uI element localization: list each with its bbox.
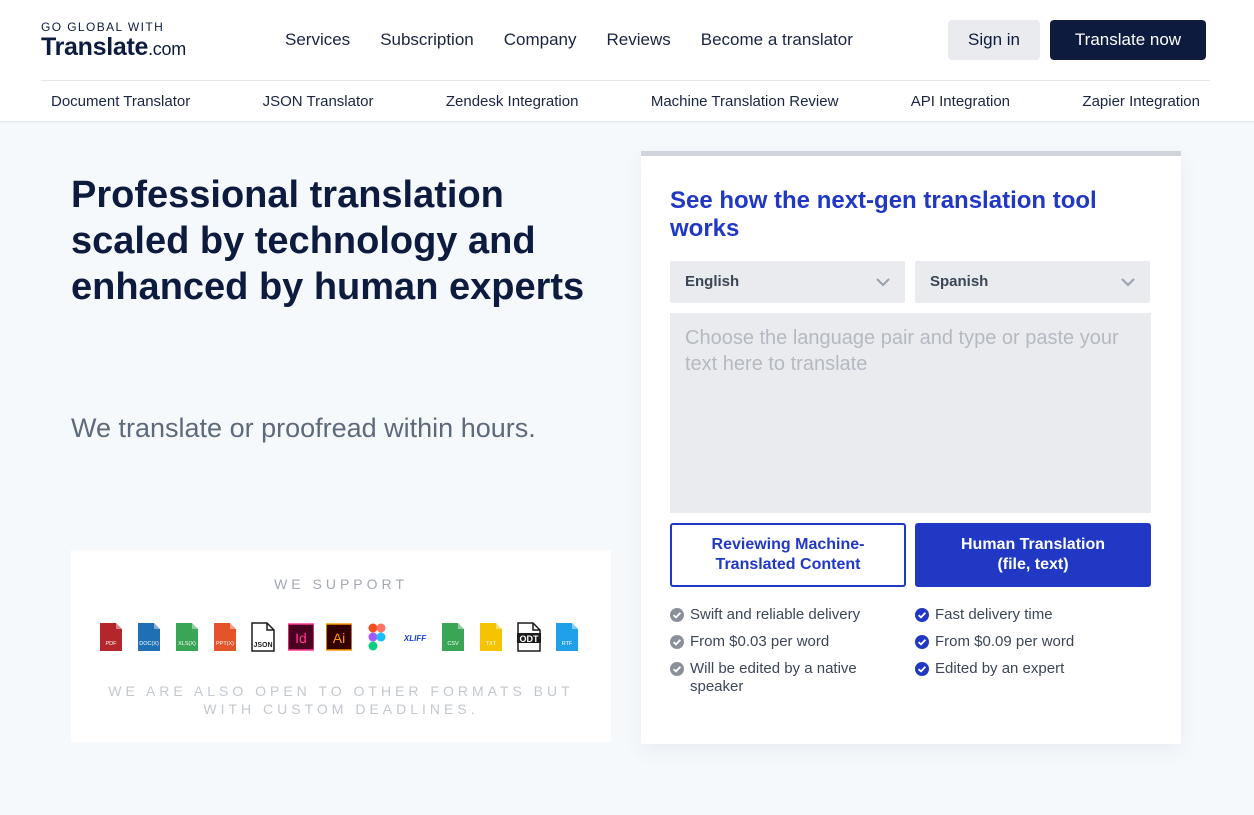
source-language-value: English [685,273,740,290]
nav-reviews[interactable]: Reviews [607,30,671,50]
list-item: From $0.09 per word [915,633,1145,651]
target-language-select[interactable]: Spanish [915,261,1150,303]
subnav-zendesk-integration[interactable]: Zendesk Integration [446,93,579,111]
subnav-api-integration[interactable]: API Integration [911,93,1010,111]
nav-company[interactable]: Company [504,30,577,50]
feature-text: From $0.03 per word [690,633,830,650]
sign-in-button[interactable]: Sign in [948,20,1040,60]
svg-text:TXT: TXT [486,641,497,647]
feature-text: Fast delivery time [935,606,1053,623]
translate-now-button[interactable]: Translate now [1050,20,1206,60]
human-translation-sublabel: (file, text) [997,556,1069,573]
pdf-file-icon: PDF [98,622,124,652]
feature-text: Edited by an expert [935,660,1065,677]
svg-text:JSON: JSON [253,642,272,649]
chevron-down-icon [1121,278,1135,287]
main-nav: Services Subscription Company Reviews Be… [285,30,853,50]
subnav-machine-translation-review[interactable]: Machine Translation Review [651,93,839,111]
svg-text:Ai: Ai [333,630,345,646]
human-translation-button[interactable]: Human Translation (file, text) [915,523,1151,587]
svg-text:RTF: RTF [562,641,573,647]
nav-become-translator[interactable]: Become a translator [701,30,853,50]
list-item: Swift and reliable delivery [670,606,900,624]
logo-tagline: GO GLOBAL WITH [41,20,165,34]
widget-title: See how the next-gen translation tool wo… [670,187,1097,242]
svg-text:XLS(X): XLS(X) [178,641,196,647]
chevron-down-icon [876,278,890,287]
figma-icon [364,622,390,652]
subnav-zapier-integration[interactable]: Zapier Integration [1082,93,1200,111]
check-circle-icon [915,635,929,649]
pptx-file-icon: PPT(X) [212,622,238,652]
target-language-value: Spanish [930,273,989,290]
svg-text:PPT(X): PPT(X) [216,641,234,647]
format-icon-row: PDF DOC(X) XLS(X) PPT(X) JSON Id Ai XLIFF CSV TXT… [98,622,580,652]
review-machine-translation-button[interactable]: Reviewing Machine-Translated Content [670,523,906,587]
site-header: GO GLOBAL WITH Translate.com Services Su… [0,0,1254,122]
supported-formats-panel: WE SUPPORT PDF DOC(X) XLS(X) PPT(X) JSON Id Ai… [71,550,611,742]
svg-text:PDF: PDF [106,641,118,647]
txt-file-icon: TXT [478,622,504,652]
indesign-icon: Id [288,622,314,652]
check-circle-icon [915,662,929,676]
logo-suffix: .com [148,39,186,59]
list-item: Fast delivery time [915,606,1145,624]
logo[interactable]: GO GLOBAL WITH Translate.com [41,20,186,62]
nav-subscription[interactable]: Subscription [380,30,474,50]
translation-widget: See how the next-gen translation tool wo… [641,151,1181,744]
logo-name: Translate [41,33,149,61]
feature-text: Will be edited by a native speaker [690,660,857,695]
list-item: Edited by an expert [915,660,1145,678]
source-language-select[interactable]: English [670,261,905,303]
logo-wordmark: Translate.com [41,34,186,62]
subnav-document-translator[interactable]: Document Translator [51,93,190,111]
source-text-input[interactable] [670,313,1151,513]
review-features-list: Swift and reliable delivery From $0.03 p… [670,606,900,705]
svg-text:ODT: ODT [520,634,540,644]
svg-text:DOC(X): DOC(X) [139,641,159,647]
supported-formats-note: WE ARE ALSO OPEN TO OTHER FORMATS BUT WI… [108,683,574,717]
check-circle-icon [670,635,684,649]
list-item: From $0.03 per word [670,633,900,651]
rtf-file-icon: RTF [554,622,580,652]
svg-text:XLIFF: XLIFF [403,634,427,643]
check-circle-icon [670,662,684,676]
feature-text: Swift and reliable delivery [690,606,861,623]
svg-text:Id: Id [295,630,307,646]
json-file-icon: JSON [250,622,276,652]
nav-services[interactable]: Services [285,30,350,50]
check-circle-icon [670,608,684,622]
odt-file-icon: ODT [516,622,542,652]
sub-nav: Document Translator JSON Translator Zend… [41,93,1210,111]
xlsx-file-icon: XLS(X) [174,622,200,652]
supported-formats-title: WE SUPPORT [274,576,408,592]
feature-text: From $0.09 per word [935,633,1075,650]
subnav-json-translator[interactable]: JSON Translator [263,93,374,111]
human-features-list: Fast delivery time From $0.09 per word E… [915,606,1145,687]
human-translation-label: Human Translation [960,536,1106,553]
illustrator-icon: Ai [326,622,352,652]
hero-subtitle: We translate or proofread within hours. [71,413,536,443]
docx-file-icon: DOC(X) [136,622,162,652]
header-divider [41,80,1210,81]
xliff-icon: XLIFF [402,622,428,652]
svg-text:CSV: CSV [447,641,459,647]
hero-title: Professional translation scaled by techn… [71,174,585,308]
csv-file-icon: CSV [440,622,466,652]
list-item: Will be edited by a native speaker [670,660,900,696]
check-circle-icon [915,608,929,622]
